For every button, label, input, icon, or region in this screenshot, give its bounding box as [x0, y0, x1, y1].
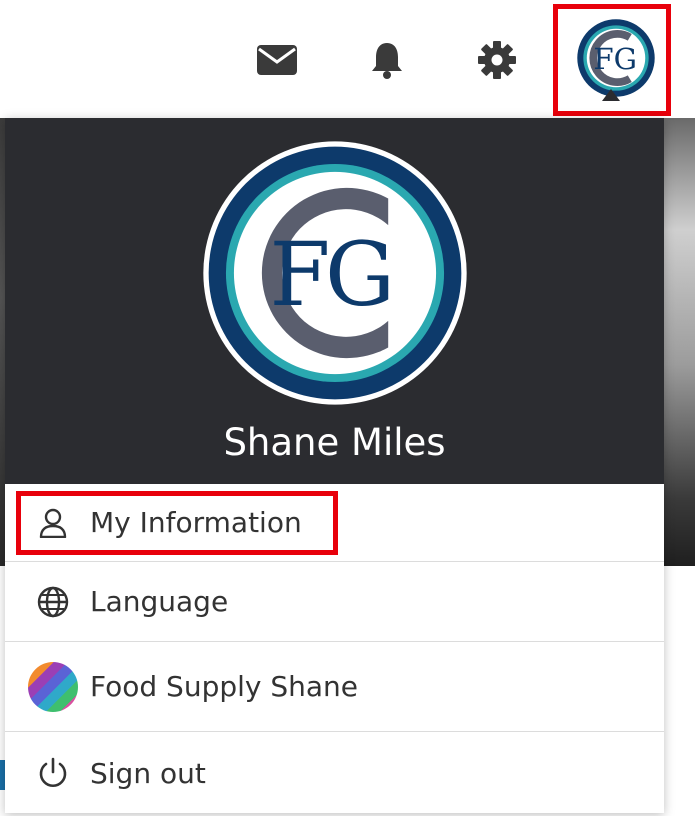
power-icon [35, 755, 71, 791]
dropdown-caret [602, 89, 620, 101]
mail-icon[interactable] [255, 38, 299, 82]
menu-item-organization[interactable]: Food Supply Shane [5, 642, 664, 732]
user-menu-list: My Information Language Food Supply Shan… [5, 484, 664, 814]
menu-item-sign-out[interactable]: Sign out [5, 732, 664, 814]
menu-item-label: Language [90, 585, 229, 618]
menu-item-language[interactable]: Language [5, 562, 664, 642]
user-menu-dropdown: FG Shane Miles My Information Language F… [5, 118, 664, 813]
top-navigation-bar: FG [0, 0, 695, 118]
svg-text:FG: FG [593, 42, 637, 76]
background-image [664, 118, 695, 566]
user-name: Shane Miles [223, 421, 446, 464]
organization-avatar [26, 660, 80, 714]
menu-item-label: My Information [90, 506, 302, 539]
menu-item-my-information[interactable]: My Information [5, 484, 664, 562]
svg-text:FG: FG [269, 224, 389, 326]
gear-icon[interactable] [475, 38, 519, 82]
menu-item-label: Food Supply Shane [90, 670, 359, 703]
fcg-logo-icon: FG [203, 141, 467, 405]
menu-item-label: Sign out [90, 756, 206, 790]
profile-header: FG Shane Miles [5, 118, 664, 484]
bell-icon[interactable] [365, 38, 409, 82]
person-icon [35, 505, 71, 541]
globe-icon [35, 584, 71, 620]
